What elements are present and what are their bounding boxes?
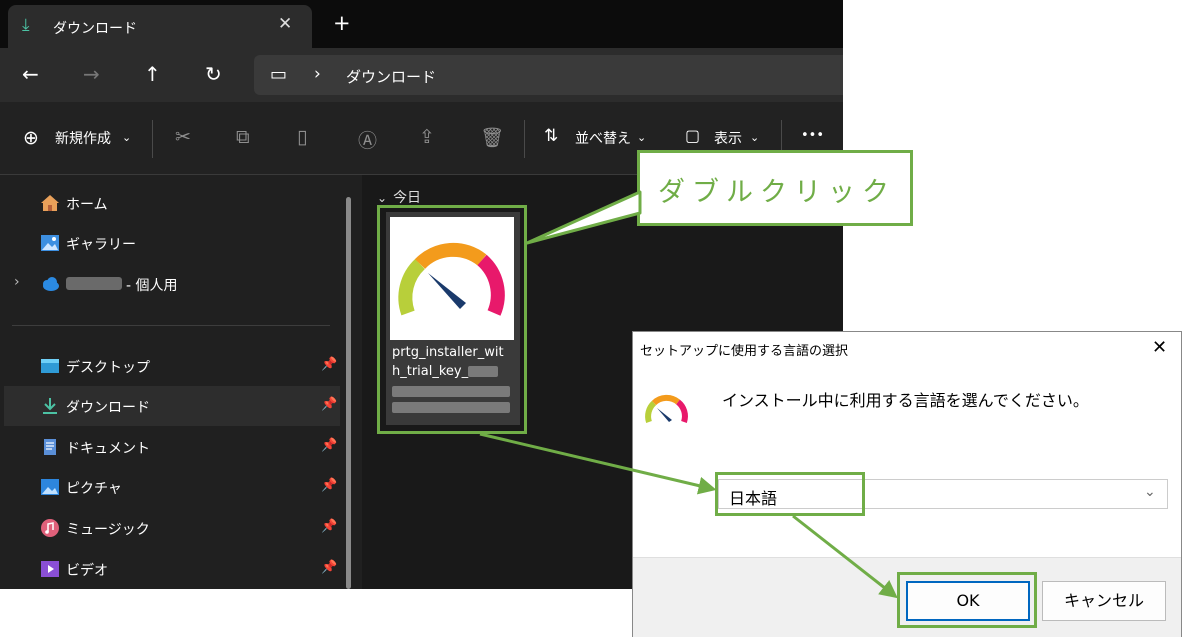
callout-pointer — [525, 190, 642, 245]
arrow-to-language — [479, 432, 717, 495]
annotation-arrows — [479, 190, 898, 599]
arrow-to-ok — [792, 514, 898, 599]
